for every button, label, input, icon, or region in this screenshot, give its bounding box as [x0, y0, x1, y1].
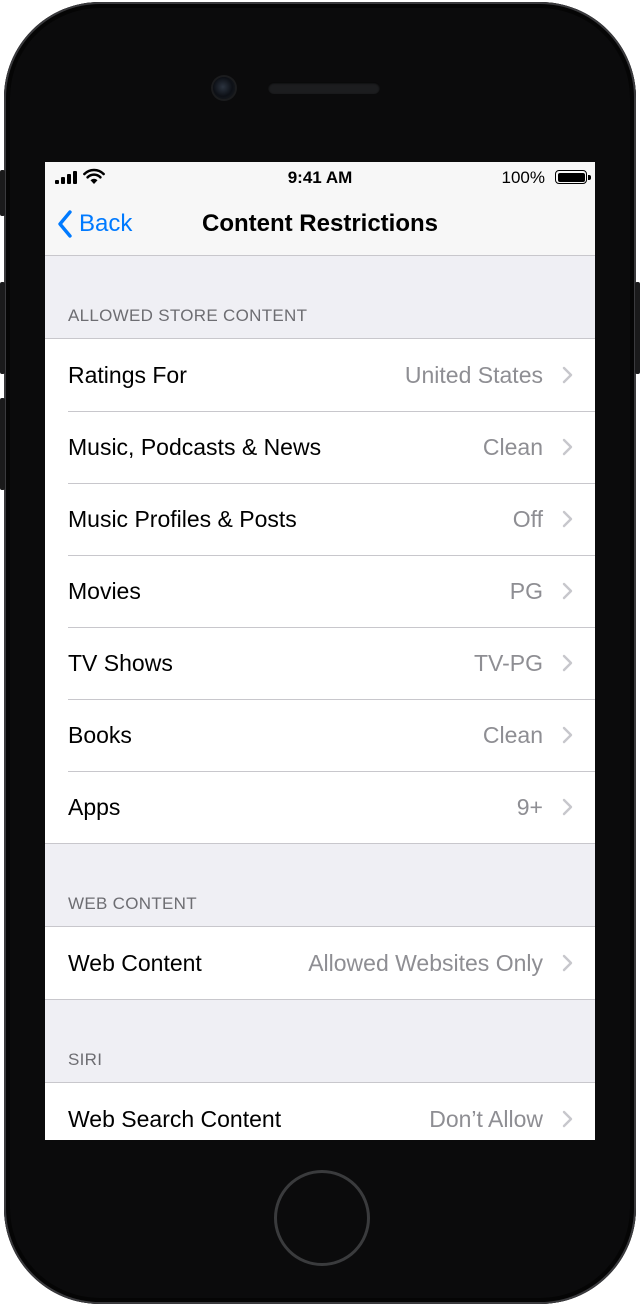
front-camera	[213, 77, 235, 99]
battery-percentage: 100%	[501, 168, 545, 187]
chevron-right-icon	[562, 654, 573, 672]
row-value: Clean	[482, 721, 543, 748]
row-label: TV Shows	[68, 649, 173, 676]
row-label: Books	[68, 721, 132, 748]
row-value: PG	[509, 577, 543, 604]
row-value: 9+	[516, 793, 543, 820]
row-web-search-content[interactable]: Web Search Content Don’t Allow	[45, 1083, 595, 1140]
row-value: TV-PG	[473, 649, 543, 676]
page-title: Content Restrictions	[201, 210, 438, 237]
chevron-right-icon	[562, 954, 573, 972]
row-label: Music Profiles & Posts	[68, 505, 297, 532]
row-label: Apps	[68, 793, 121, 820]
row-label: Web Content	[68, 949, 202, 976]
section-web-content: Web Content Allowed Websites Only	[45, 926, 595, 1000]
row-label: Movies	[68, 577, 141, 604]
mute-switch[interactable]	[0, 170, 5, 216]
row-web-content[interactable]: Web Content Allowed Websites Only	[45, 927, 595, 999]
section-siri: Web Search Content Don’t Allow	[45, 1082, 595, 1140]
row-music-profiles-posts[interactable]: Music Profiles & Posts Off	[45, 483, 595, 555]
home-button[interactable]	[274, 1170, 370, 1266]
row-ratings-for[interactable]: Ratings For United States	[45, 339, 595, 411]
row-value: Allowed Websites Only	[308, 949, 543, 976]
navigation-bar: Back Content Restrictions	[45, 194, 595, 256]
row-label: Music, Podcasts & News	[68, 433, 322, 460]
chevron-right-icon	[562, 1110, 573, 1128]
status-bar: 9:41 AM 100%	[45, 162, 595, 194]
row-books[interactable]: Books Clean	[45, 699, 595, 771]
chevron-right-icon	[562, 798, 573, 816]
row-apps[interactable]: Apps 9+	[45, 771, 595, 843]
volume-up-button[interactable]	[0, 282, 5, 374]
row-value: Don’t Allow	[429, 1105, 543, 1132]
chevron-right-icon	[562, 582, 573, 600]
side-power-button[interactable]	[635, 282, 640, 374]
section-header-siri: SIRI	[68, 1050, 103, 1069]
row-value: United States	[404, 361, 543, 388]
battery-icon	[555, 170, 591, 184]
chevron-right-icon	[562, 510, 573, 528]
volume-down-button[interactable]	[0, 398, 5, 490]
section-header-allowed-store-content: ALLOWED STORE CONTENT	[68, 306, 308, 325]
section-header-web-content: WEB CONTENT	[68, 894, 197, 913]
row-movies[interactable]: Movies PG	[45, 555, 595, 627]
earpiece-speaker	[268, 82, 380, 94]
row-label: Ratings For	[68, 361, 187, 388]
row-value: Clean	[482, 433, 543, 460]
row-music-podcasts-news[interactable]: Music, Podcasts & News Clean	[45, 411, 595, 483]
screen: 9:41 AM 100% Back Content Restrictions A…	[45, 162, 595, 1140]
row-tv-shows[interactable]: TV Shows TV-PG	[45, 627, 595, 699]
row-label: Web Search Content	[68, 1105, 282, 1132]
chevron-right-icon	[562, 726, 573, 744]
row-value: Off	[512, 505, 543, 532]
chevron-right-icon	[562, 438, 573, 456]
settings-list: ALLOWED STORE CONTENT Ratings For United…	[45, 256, 595, 1140]
section-allowed-store-content: Ratings For United States Music, Podcast…	[45, 338, 595, 844]
chevron-right-icon	[562, 366, 573, 384]
